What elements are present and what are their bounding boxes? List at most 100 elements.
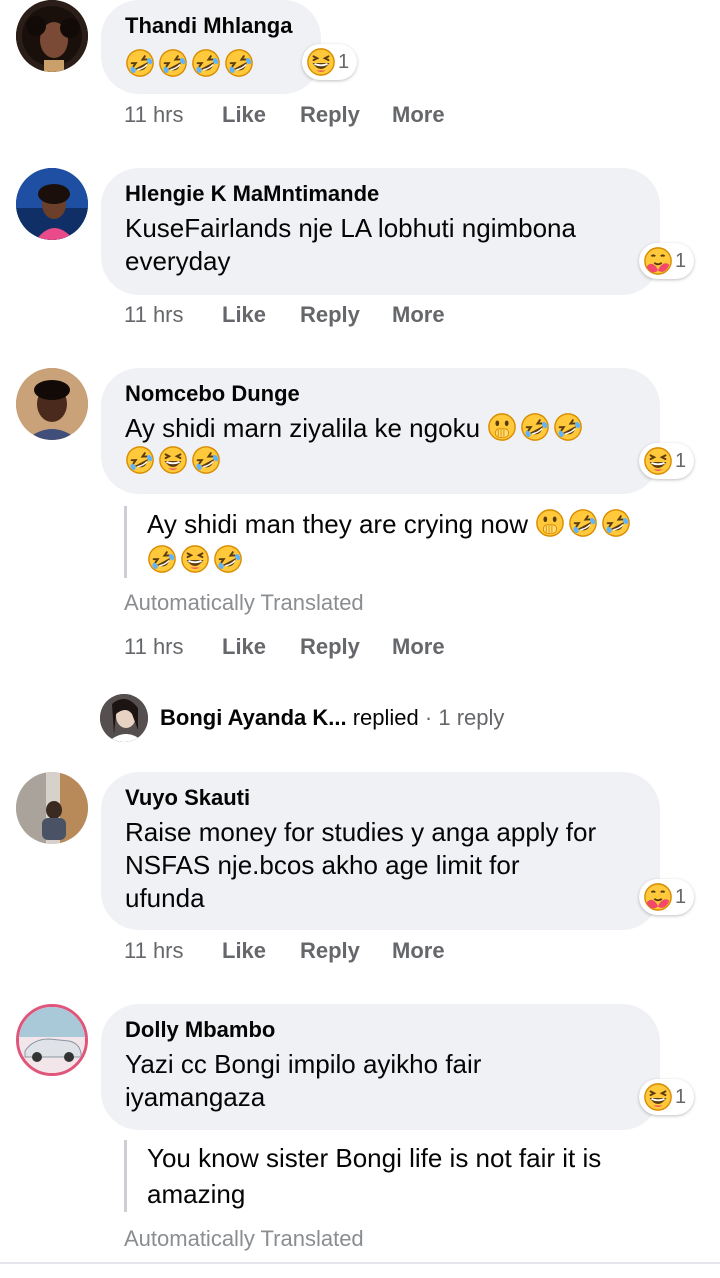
rofl-emoji-icon [158, 48, 188, 78]
comment-bubble[interactable]: Nomcebo Dunge Ay shidi marn ziyalila ke … [101, 368, 660, 494]
comment-author[interactable]: Hlengie K MaMntimande [125, 180, 636, 208]
comment-timestamp[interactable]: 11 hrs [124, 938, 222, 968]
comment-text: Ay shidi marn ziyalila ke ngoku [125, 412, 636, 478]
care-reaction-icon [643, 882, 673, 912]
avatar-photo-icon [16, 368, 88, 440]
avatar-photo-icon [100, 694, 148, 742]
translated-text: You know sister Bongi life is not fair i… [124, 1140, 601, 1212]
view-replies-link[interactable]: Bongi Ayanda K... replied · 1 reply [160, 705, 504, 731]
rofl-emoji-icon [213, 544, 243, 574]
rofl-emoji-icon [125, 445, 155, 475]
comment-text [125, 48, 297, 85]
comment-author[interactable]: Thandi Mhlanga [125, 12, 297, 40]
avatar[interactable] [16, 0, 88, 72]
comment-text-line: ufunda [125, 883, 205, 913]
comment-actions: 11 hrs Like Reply More [124, 938, 445, 968]
rofl-emoji-icon [520, 412, 550, 442]
hand-over-mouth-emoji-icon [487, 412, 517, 442]
comment-actions: 11 hrs Like Reply More [124, 302, 445, 332]
avatar[interactable] [16, 772, 88, 844]
reaction-badge[interactable]: 1 [302, 44, 358, 80]
reaction-count: 1 [675, 885, 687, 908]
bottom-divider [0, 1262, 720, 1264]
comment-text-line: KuseFairlands nje LA lobhuti ngimbona [125, 213, 576, 243]
comment-actions: 11 hrs Like Reply More [124, 102, 445, 132]
comment-text-line: Ay shidi marn ziyalila ke ngoku [125, 412, 636, 445]
comment-bubble[interactable]: Dolly Mbambo Yazi cc Bongi impilo ayikho… [101, 1004, 660, 1130]
rofl-emoji-icon [191, 48, 221, 78]
comment-text-line: iyamangaza [125, 1082, 266, 1112]
avatar-photo-icon [16, 772, 88, 844]
reaction-badge[interactable]: 1 [639, 443, 695, 479]
comment-timestamp[interactable]: 11 hrs [124, 102, 222, 132]
comment-text-line: everyday [125, 246, 231, 276]
avatar-photo-icon [16, 168, 88, 240]
rofl-emoji-icon [125, 48, 155, 78]
more-button[interactable]: More [392, 302, 445, 332]
comment-timestamp[interactable]: 11 hrs [124, 302, 222, 332]
comment-bubble[interactable]: Vuyo Skauti Raise money for studies y an… [101, 772, 660, 930]
avatar[interactable] [16, 368, 88, 440]
avatar[interactable] [16, 168, 88, 240]
reply-avatar[interactable] [100, 694, 148, 742]
auto-translated-label[interactable]: Automatically Translated [124, 590, 364, 616]
rofl-emoji-icon [147, 544, 177, 574]
like-button[interactable]: Like [222, 938, 300, 968]
translation-line: You know sister Bongi life is not fair i… [147, 1143, 602, 1173]
comment-text: Yazi cc Bongi impilo ayikho fair iyamang… [125, 1048, 636, 1114]
rofl-emoji-icon [553, 412, 583, 442]
translation-line: Ay shidi man they are crying now [147, 506, 634, 542]
comment-author[interactable]: Vuyo Skauti [125, 784, 636, 812]
avatar-photo-icon [16, 0, 88, 72]
replied-label: replied [352, 705, 419, 730]
avatar-photo-icon [19, 1007, 85, 1073]
reply-button[interactable]: Reply [300, 102, 392, 132]
avatar[interactable] [16, 1004, 88, 1076]
comment-text-span: Ay shidi marn ziyalila ke ngoku [125, 413, 481, 443]
comment-text: KuseFairlands nje LA lobhuti ngimbona ev… [125, 212, 636, 278]
comment-text-line: Raise money for studies y anga apply for [125, 817, 597, 847]
comment-timestamp[interactable]: 11 hrs [124, 634, 222, 664]
auto-translated-label[interactable]: Automatically Translated [124, 1226, 364, 1252]
comment-text-line [125, 445, 636, 478]
grinning-squinting-emoji-icon [180, 544, 210, 574]
translation-line: amazing [147, 1179, 246, 1209]
rofl-emoji-icon [568, 508, 598, 538]
grinning-squinting-emoji-icon [158, 445, 188, 475]
reply-author: Bongi Ayanda K... [160, 705, 347, 730]
reply-button[interactable]: Reply [300, 302, 392, 332]
rofl-emoji-icon [191, 445, 221, 475]
comment-bubble[interactable]: Hlengie K MaMntimande KuseFairlands nje … [101, 168, 660, 295]
comment-author[interactable]: Dolly Mbambo [125, 1016, 636, 1044]
reply-button[interactable]: Reply [300, 938, 392, 968]
translation-line [147, 542, 634, 578]
more-button[interactable]: More [392, 938, 445, 968]
hand-over-mouth-emoji-icon [535, 508, 565, 538]
reply-button[interactable]: Reply [300, 634, 392, 664]
reaction-count: 1 [675, 249, 687, 272]
haha-reaction-icon [643, 446, 673, 476]
comment-author[interactable]: Nomcebo Dunge [125, 380, 636, 408]
reaction-badge[interactable]: 1 [639, 243, 695, 279]
reaction-count: 1 [338, 50, 350, 73]
comment-bubble[interactable]: Thandi Mhlanga [101, 0, 321, 94]
reply-separator: · [424, 705, 433, 730]
rofl-emoji-icon [224, 48, 254, 78]
more-button[interactable]: More [392, 102, 445, 132]
like-button[interactable]: Like [222, 302, 300, 332]
reaction-count: 1 [675, 449, 687, 472]
haha-reaction-icon [643, 1082, 673, 1112]
reaction-badge[interactable]: 1 [639, 1079, 695, 1115]
like-button[interactable]: Like [222, 634, 300, 664]
like-button[interactable]: Like [222, 102, 300, 132]
comment-text-line: Yazi cc Bongi impilo ayikho fair [125, 1049, 482, 1079]
translation-text-span: Ay shidi man they are crying now [147, 509, 529, 539]
more-button[interactable]: More [392, 634, 445, 664]
care-reaction-icon [643, 246, 673, 276]
reaction-badge[interactable]: 1 [639, 879, 695, 915]
comment-text: Raise money for studies y anga apply for… [125, 816, 636, 915]
haha-reaction-icon [306, 47, 336, 77]
reply-count: 1 reply [438, 705, 505, 730]
comment-actions: 11 hrs Like Reply More [124, 634, 445, 664]
rofl-emoji-icon [601, 508, 631, 538]
